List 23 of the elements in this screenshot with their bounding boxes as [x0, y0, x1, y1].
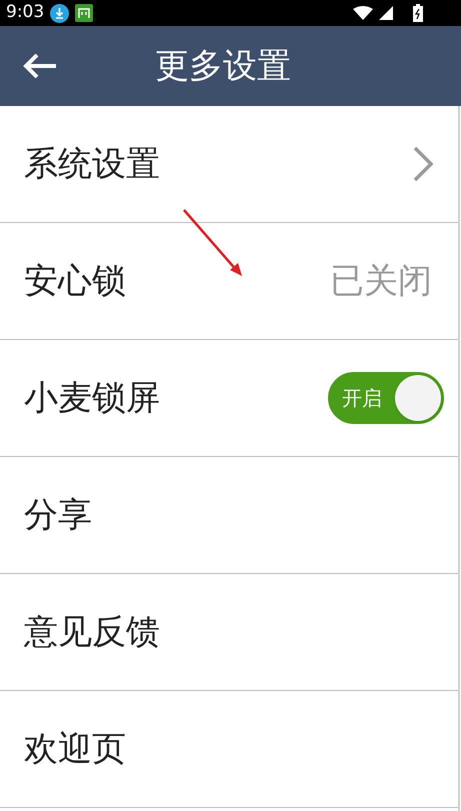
- settings-row[interactable]: 系统设置: [0, 106, 458, 223]
- row-label: 分享: [24, 494, 93, 536]
- wifi-icon: [353, 6, 373, 20]
- toggle-knob: [395, 375, 441, 421]
- settings-row[interactable]: 欢迎页: [0, 691, 458, 808]
- row-label: 欢迎页: [24, 728, 127, 770]
- screen-title: 更多设置: [155, 44, 291, 88]
- row-label: 安心锁: [24, 260, 127, 302]
- battery-icon: [413, 4, 423, 22]
- signal-icon: [379, 6, 393, 20]
- settings-row[interactable]: 小麦锁屏 开启: [0, 340, 458, 457]
- status-time: 9:03: [6, 1, 44, 24]
- settings-row[interactable]: 分享: [0, 457, 458, 574]
- app-icon: [75, 4, 94, 22]
- download-icon: [50, 4, 70, 22]
- row-label: 意见反馈: [24, 610, 161, 654]
- chevron-right-icon: [412, 145, 434, 183]
- back-arrow-icon: [22, 52, 58, 80]
- annotation-arrow: [182, 208, 244, 278]
- settings-row[interactable]: 意见反馈: [0, 574, 458, 691]
- row-value: 已关闭: [330, 260, 432, 302]
- row-label: 系统设置: [24, 142, 161, 186]
- row-label: 小麦锁屏: [24, 376, 161, 420]
